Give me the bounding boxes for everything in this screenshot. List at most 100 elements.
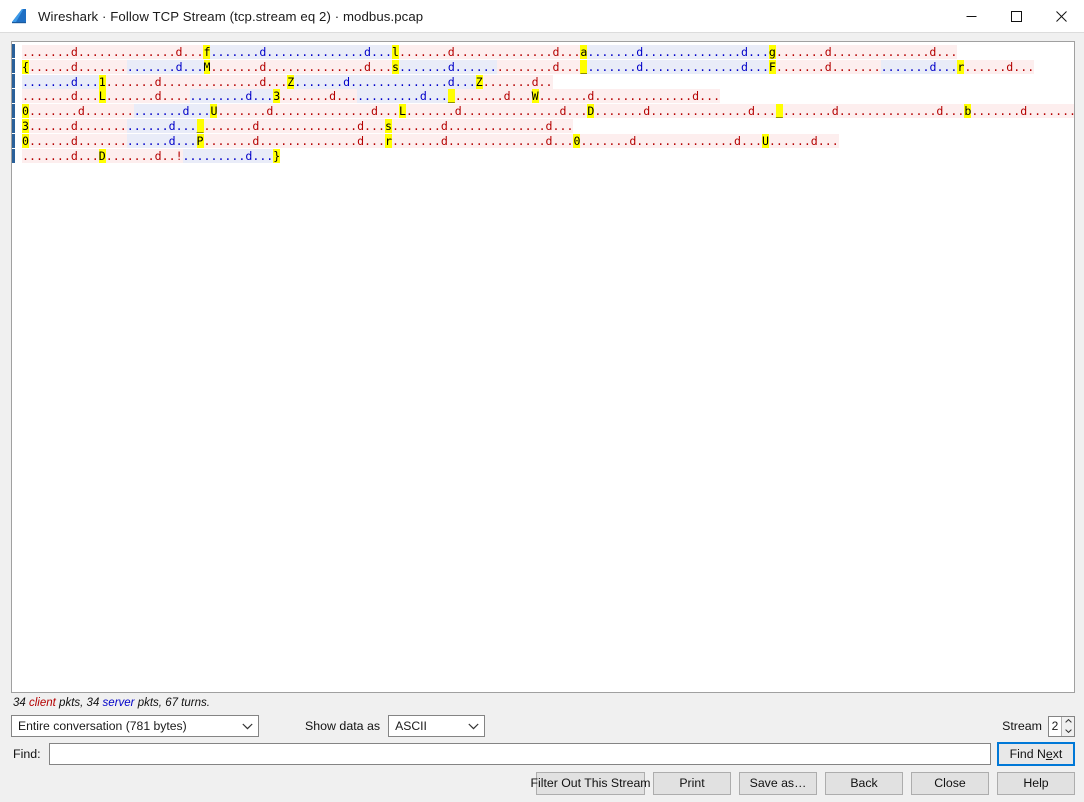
client-pkt-count: 34 [13, 697, 26, 709]
close-button[interactable] [1039, 0, 1084, 32]
stream-segment-client: .......d..............d... [217, 104, 399, 119]
find-input[interactable] [48, 743, 991, 765]
stream-segment-client: .......d... [22, 148, 99, 163]
stream-segment-server: .......d..............d... [294, 74, 476, 89]
stream-line[interactable]: 3......d.............d..._.......d......… [12, 118, 1074, 134]
stream-segment-client: .......d..............d... [775, 45, 958, 59]
stream-highlight: 1 [98, 74, 106, 89]
help-button[interactable]: Help [997, 771, 1075, 795]
close-dialog-button[interactable]: Close [911, 771, 989, 795]
stream-segment-client: .......d..............d... [398, 45, 581, 59]
stream-highlight: P [196, 133, 204, 148]
stream-segment-client: .......d..............d... [538, 89, 721, 104]
stream-segment-server: .........d... [357, 89, 448, 104]
stream-segment-server: .......d... [126, 59, 204, 74]
stream-segment-server: .......d... [22, 74, 99, 89]
stream-line-marker: 0 [22, 104, 29, 119]
stream-segment-client: .......d..............d... [391, 118, 574, 133]
stream-highlight: _ [196, 118, 204, 133]
title-bar-left: Wireshark · Follow TCP Stream (tcp.strea… [0, 8, 949, 24]
stream-segment-client: .......d..............d... [210, 59, 392, 74]
stream-segment-server: .......d..............d... [587, 45, 769, 59]
save-as-button[interactable]: Save as… [739, 771, 817, 795]
stream-highlight: L [398, 104, 406, 119]
stream-segment-client: ......d....... [28, 133, 127, 148]
stream-line-marker: 3 [22, 118, 29, 133]
stream-segment-server: ........d... [189, 89, 274, 104]
stream-selector-group: Stream 2 [1002, 715, 1075, 737]
stream-line[interactable]: .......d...L.......d............d...3...… [12, 89, 1074, 104]
filter-out-this-stream-button[interactable]: Filter Out This Stream [530, 771, 651, 795]
back-button[interactable]: Back [825, 771, 903, 795]
stream-number-value: 2 [1051, 719, 1059, 733]
wireshark-fin-icon [11, 8, 29, 24]
chevron-down-icon [462, 723, 484, 730]
stream-segment-server: .......d...... [398, 59, 497, 74]
stream-segment-client: .......d.... [105, 89, 190, 104]
stream-highlight: s [391, 59, 399, 74]
stream-line[interactable]: 0.......d..............d...U.......d....… [12, 104, 1074, 119]
selection-indicator-d [12, 89, 15, 103]
title-bar: Wireshark · Follow TCP Stream (tcp.strea… [0, 0, 1084, 33]
stream-segment-client: .......d... [454, 89, 532, 104]
stream-line[interactable]: {......d..............d...M.......d.....… [12, 59, 1074, 75]
stream-segment-client: .......d..............d... [971, 104, 1074, 119]
find-row: Find: Find Ne xt [0, 740, 1084, 768]
stream-text[interactable]: .......d..............d...f.......d.....… [12, 42, 1074, 692]
selection-indicator-a [12, 44, 15, 58]
minimize-button[interactable] [949, 0, 994, 32]
stream-line-marker: { [22, 59, 29, 74]
stream-segment-client: .......d..............d... [203, 118, 385, 133]
stream-segment-client: .......d.. [482, 74, 553, 89]
selection-indicator-f [12, 119, 15, 133]
stream-highlight: F [768, 59, 776, 74]
stream-segment-client: ......d... [768, 133, 839, 148]
maximize-button[interactable] [994, 0, 1039, 32]
selection-indicator-h [12, 149, 15, 163]
spinner-up-icon[interactable] [1062, 717, 1074, 727]
stream-spinner-arrows [1061, 716, 1074, 736]
stream-segment-client: .......d..............d... [391, 133, 574, 148]
stream-segment-server: ......d... [126, 118, 197, 133]
stream-segment-server: .......d..............d... [210, 45, 392, 59]
server-suffix: pkts, [134, 697, 166, 709]
stream-segment-client: .......d..............d... [594, 104, 776, 119]
packet-stats-status: 34 client pkts, 34 server pkts, 67 turns… [0, 693, 1084, 712]
stream-number-spinner[interactable]: 2 [1048, 715, 1075, 737]
show-data-as-value: ASCII [395, 719, 427, 733]
stream-segment-client: .......d..............d... [22, 45, 204, 59]
selection-indicator-e [12, 104, 15, 118]
find-next-label-before: Find N [1009, 747, 1046, 761]
stream-segment-server: .......d... [880, 59, 958, 74]
find-label: Find: [13, 747, 41, 761]
conversation-select[interactable]: Entire conversation (781 bytes) [11, 715, 259, 737]
window-title: Wireshark · Follow TCP Stream (tcp.strea… [38, 8, 424, 24]
stream-highlight: s [385, 118, 392, 133]
stream-highlight: Z [475, 74, 483, 89]
selection-indicator-c [12, 74, 15, 88]
stream-segment-client: .......d..............d... [105, 74, 288, 89]
find-next-button[interactable]: Find Ne xt [997, 742, 1075, 766]
stream-segment-client: ........d... [496, 59, 581, 74]
stream-content-panel[interactable]: .......d..............d...f.......d.....… [11, 41, 1075, 693]
client-word: client [29, 697, 56, 709]
spinner-down-icon[interactable] [1062, 726, 1074, 736]
stream-segment-server: .........d... [182, 148, 274, 163]
stream-line[interactable]: .......d...D.......d..!.........d...} [12, 148, 1074, 164]
stream-label: Stream [1002, 719, 1042, 733]
stream-segment-client: .......d..............d... [203, 133, 385, 148]
stream-segment-client: .......d....... [775, 59, 881, 74]
follow-tcp-stream-window: Wireshark · Follow TCP Stream (tcp.strea… [0, 0, 1084, 802]
find-next-accel: e [1045, 747, 1053, 761]
stream-line[interactable]: .......d..............d...f.......d.....… [12, 45, 1074, 60]
show-data-as-select[interactable]: ASCII [388, 715, 486, 737]
stream-highlight: g [768, 45, 776, 59]
stream-segment-client: ......d....... [28, 118, 127, 133]
print-button[interactable]: Print [653, 771, 731, 795]
stream-highlight: L [98, 89, 106, 104]
dialog-button-row: Filter Out This Stream Print Save as… Ba… [0, 768, 1084, 802]
stream-highlight: } [273, 148, 281, 163]
stream-highlight: r [385, 133, 392, 148]
stream-line[interactable]: .......d...1.......d..............d...Z.… [12, 74, 1074, 90]
stream-line[interactable]: 0......d.............d...P.......d......… [12, 133, 1074, 149]
